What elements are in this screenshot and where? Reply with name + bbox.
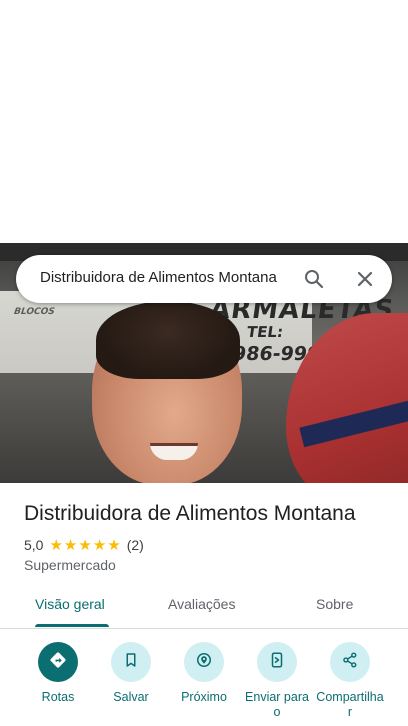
- directions-button[interactable]: Rotas: [21, 642, 95, 705]
- nearby-label: Próximo: [181, 690, 227, 704]
- place-title: Distribuidora de Alimentos Montana: [24, 502, 356, 525]
- star-icon: ★: [92, 535, 107, 554]
- send-to-phone-label: Enviar para o: [245, 690, 309, 719]
- search-input[interactable]: Distribuidora de Alimentos Montana: [40, 269, 277, 286]
- directions-label: Rotas: [41, 690, 75, 704]
- save-label: Salvar: [113, 690, 149, 704]
- directions-icon: [48, 650, 68, 675]
- send-to-phone-icon: [268, 651, 286, 674]
- star-icon: ★: [107, 535, 121, 554]
- save-button[interactable]: Salvar: [94, 642, 168, 705]
- search-icon[interactable]: [302, 267, 326, 291]
- action-bar: Rotas Salvar Próximo Enviar para o Compa…: [0, 640, 408, 726]
- nearby-icon: [194, 650, 214, 675]
- directions-button-circle[interactable]: [38, 642, 78, 682]
- tab-about[interactable]: Sobre: [316, 596, 353, 612]
- rating-row[interactable]: 5,0 ★ ★ ★ ★ ★ (2): [24, 536, 144, 554]
- review-count[interactable]: (2): [127, 537, 144, 553]
- photo-boy-hair: [96, 301, 240, 379]
- photo-sign-text-2: TEL:: [245, 323, 285, 341]
- star-icon: ★: [78, 535, 92, 554]
- rating-stars: ★ ★ ★ ★ ★: [49, 535, 121, 554]
- share-icon: [341, 651, 359, 674]
- bookmark-icon: [122, 651, 140, 674]
- nearby-button[interactable]: Próximo: [167, 642, 241, 705]
- close-icon[interactable]: [353, 267, 377, 291]
- save-button-circle[interactable]: [111, 642, 151, 682]
- search-bar[interactable]: Distribuidora de Alimentos Montana: [16, 255, 392, 303]
- map-blank-area: [0, 0, 408, 243]
- tab-reviews[interactable]: Avaliações: [168, 596, 235, 612]
- share-button-circle[interactable]: [330, 642, 370, 682]
- tab-bar: Visão geral Avaliações Sobre: [0, 584, 408, 629]
- nearby-button-circle[interactable]: [184, 642, 224, 682]
- active-tab-indicator: [35, 624, 109, 627]
- tab-overview[interactable]: Visão geral: [35, 596, 105, 612]
- rating-value: 5,0: [24, 537, 44, 553]
- share-button[interactable]: Compartilha r: [313, 642, 387, 720]
- share-label: Compartilha r: [316, 690, 384, 719]
- photo-sign-text-4: BLOCOS: [13, 307, 56, 317]
- send-to-phone-button-circle[interactable]: [257, 642, 297, 682]
- star-icon: ★: [49, 535, 63, 554]
- send-to-phone-button[interactable]: Enviar para o: [240, 642, 314, 720]
- place-category[interactable]: Supermercado: [24, 557, 116, 573]
- star-icon: ★: [63, 535, 78, 554]
